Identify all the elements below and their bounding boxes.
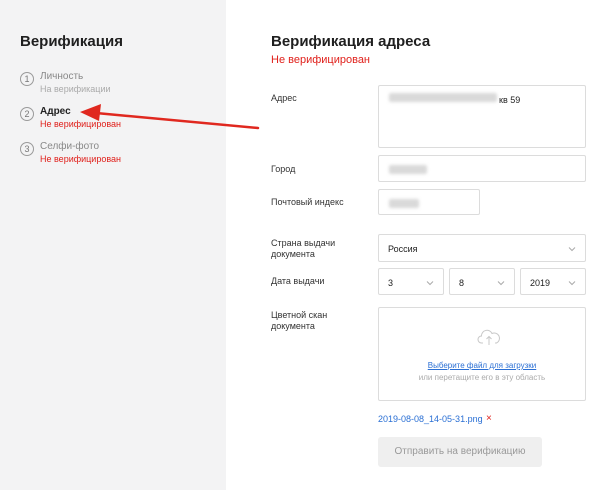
postal-label: Почтовый индекс — [271, 197, 344, 207]
chevron-down-icon — [426, 281, 434, 286]
issue-month-select[interactable]: 8 — [449, 268, 515, 295]
step-status: На верификации — [40, 84, 111, 94]
country-label: Страна выдачи документа — [271, 238, 336, 259]
step-number: 1 — [20, 72, 34, 86]
sidebar: Верификация 1 Личность На верификации 2 … — [0, 0, 226, 490]
city-label: Город — [271, 164, 296, 174]
chevron-down-icon — [568, 247, 576, 252]
issue-month-value: 8 — [459, 278, 465, 288]
submit-verification-button[interactable]: Отправить на верификацию — [378, 437, 542, 467]
chevron-down-icon — [497, 281, 505, 286]
scan-label: Цветной скан документа — [271, 310, 328, 331]
country-select[interactable]: Россия — [378, 234, 586, 262]
address-label: Адрес — [271, 93, 297, 103]
redacted-text — [389, 165, 427, 174]
choose-file-link[interactable]: Выберите файл для загрузки — [379, 361, 585, 370]
step-label: Адрес — [40, 106, 71, 117]
upload-cloud-icon — [477, 329, 500, 345]
chevron-down-icon — [568, 281, 576, 286]
city-input[interactable] — [378, 155, 586, 182]
step-status: Не верифицирован — [40, 119, 122, 129]
remove-file-icon[interactable]: × — [486, 413, 492, 424]
verification-status: Не верифицирован — [271, 54, 371, 66]
address-textarea[interactable]: кв 59 — [378, 85, 586, 148]
country-value: Россия — [388, 244, 418, 254]
attached-file-link[interactable]: 2019-08-08_14-05-31.png — [378, 414, 483, 424]
step-number: 3 — [20, 142, 34, 156]
step-label: Селфи-фото — [40, 141, 100, 152]
issue-year-value: 2019 — [530, 278, 551, 288]
issue-day-select[interactable]: 3 — [378, 268, 444, 295]
issue-date-label: Дата выдачи — [271, 276, 325, 286]
redacted-text — [389, 199, 419, 208]
drop-hint: или перетащите его в эту область — [418, 373, 546, 382]
address-value: кв 59 — [499, 95, 521, 105]
issue-day-value: 3 — [388, 278, 394, 288]
step-label: Личность — [40, 71, 84, 82]
sidebar-title: Верификация — [20, 33, 123, 50]
issue-year-select[interactable]: 2019 — [520, 268, 586, 295]
step-number: 2 — [20, 107, 34, 121]
file-dropzone[interactable]: Выберите файл для загрузки или перетащит… — [378, 307, 586, 401]
postal-input[interactable] — [378, 189, 480, 215]
redacted-text — [389, 93, 497, 102]
page-title: Верификация адреса — [271, 33, 431, 50]
step-status: Не верифицирован — [40, 154, 122, 164]
